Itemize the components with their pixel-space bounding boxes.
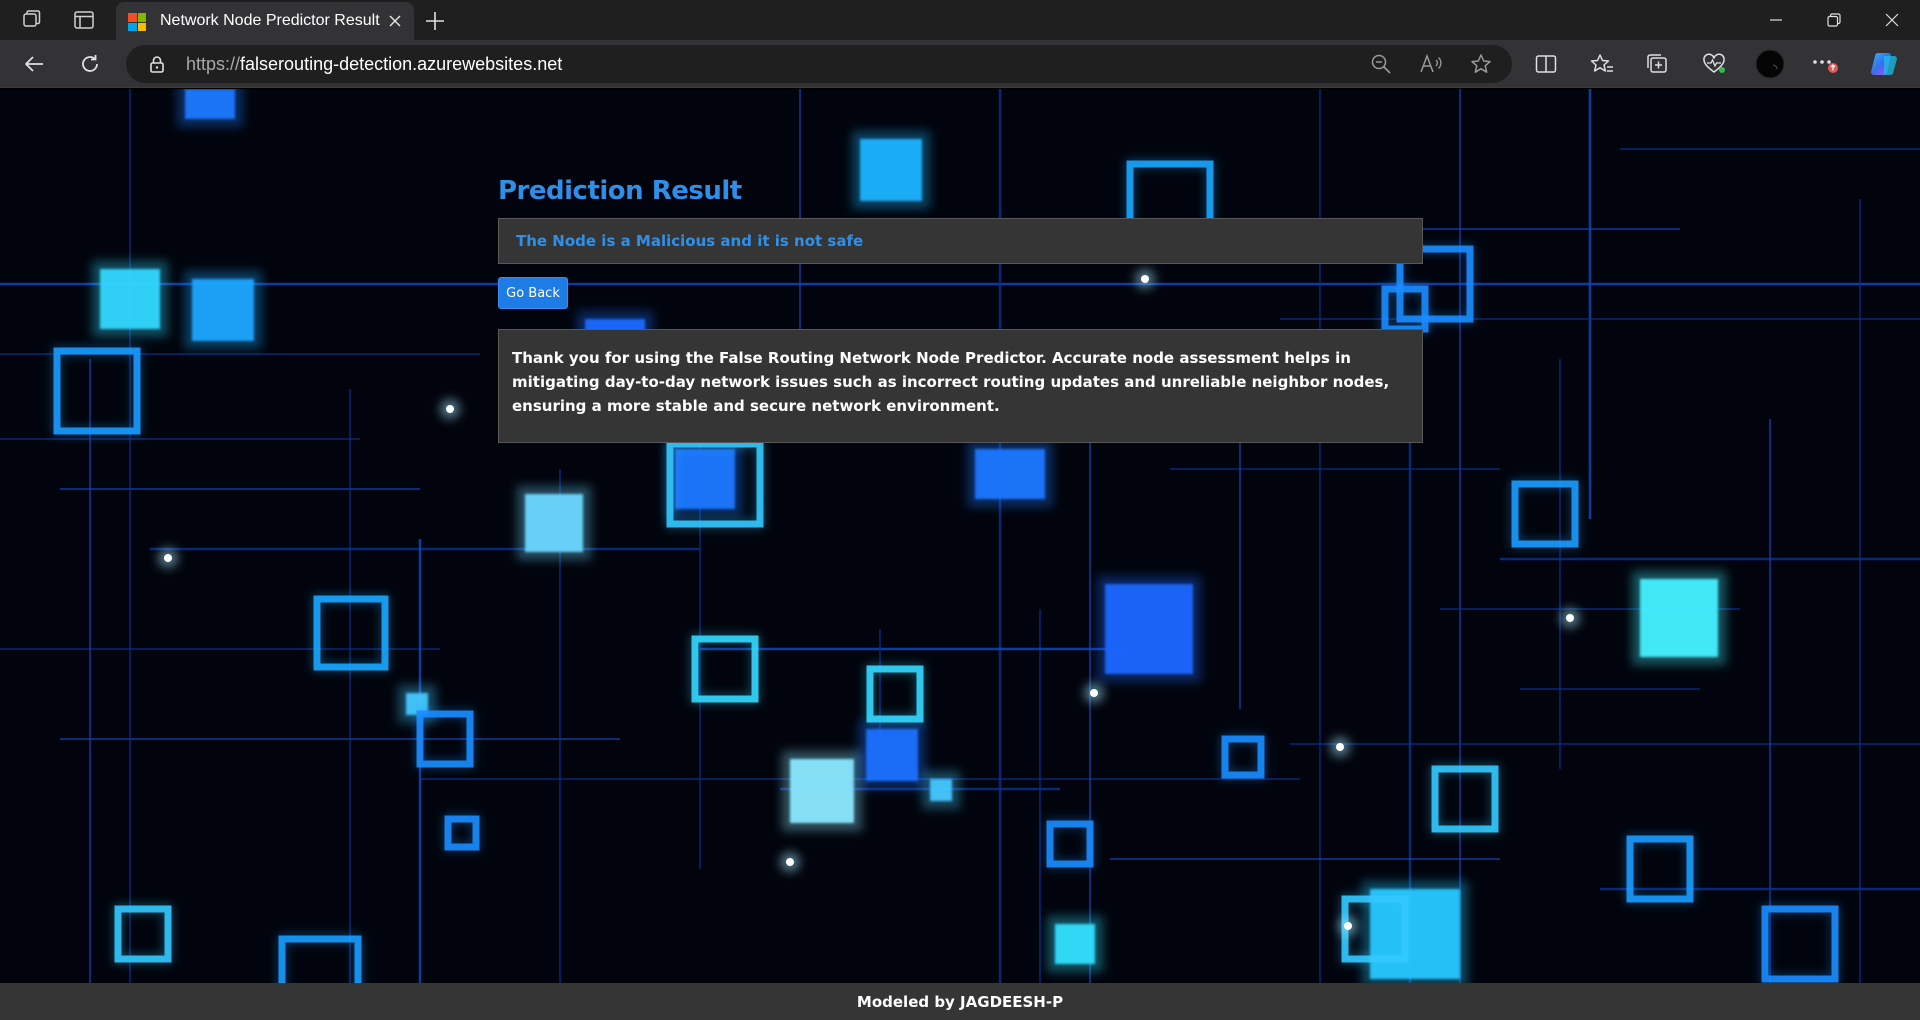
info-box: Thank you for using the False Routing Ne… bbox=[498, 329, 1423, 443]
lock-icon[interactable] bbox=[148, 55, 166, 73]
tab-actions-icon[interactable] bbox=[70, 8, 98, 32]
collections-icon[interactable] bbox=[1642, 49, 1674, 79]
copilot-icon[interactable] bbox=[1868, 49, 1900, 79]
tab-title: Network Node Predictor Result bbox=[160, 12, 380, 29]
info-text: Thank you for using the False Routing Ne… bbox=[512, 349, 1390, 415]
read-aloud-icon[interactable] bbox=[1418, 52, 1444, 76]
browser-essentials-icon[interactable] bbox=[1698, 49, 1730, 79]
microsoft-favicon bbox=[128, 13, 146, 31]
split-screen-icon[interactable] bbox=[1530, 49, 1562, 79]
active-tab[interactable]: Network Node Predictor Result bbox=[116, 2, 414, 40]
prediction-result-box: The Node is a Malicious and it is not sa… bbox=[498, 218, 1423, 264]
page-title: Prediction Result bbox=[498, 176, 742, 206]
close-tab-icon[interactable] bbox=[384, 10, 406, 32]
add-favorite-icon[interactable] bbox=[1468, 52, 1494, 76]
go-back-button[interactable]: Go Back bbox=[498, 277, 568, 309]
page-footer: Modeled by JAGDEESH-P bbox=[0, 983, 1920, 1020]
prediction-result-text: The Node is a Malicious and it is not sa… bbox=[516, 232, 864, 250]
result-panel: Prediction Result The Node is a Maliciou… bbox=[498, 171, 1423, 443]
profile-avatar[interactable] bbox=[1754, 49, 1786, 79]
page-viewport: Prediction Result The Node is a Maliciou… bbox=[0, 89, 1920, 983]
browser-toolbar: https://falserouting-detection.azurewebs… bbox=[0, 40, 1920, 88]
address-bar[interactable]: https://falserouting-detection.azurewebs… bbox=[126, 45, 1512, 83]
workspaces-icon[interactable] bbox=[18, 8, 46, 32]
back-icon[interactable] bbox=[18, 49, 50, 79]
more-options-icon[interactable] bbox=[1810, 49, 1842, 79]
close-window-icon[interactable] bbox=[1864, 0, 1920, 40]
footer-credit: Modeled by JAGDEESH-P bbox=[856, 992, 1064, 1011]
favorites-icon[interactable] bbox=[1586, 49, 1618, 79]
restore-icon[interactable] bbox=[1806, 0, 1862, 40]
zoom-out-icon[interactable] bbox=[1368, 52, 1394, 76]
new-tab-icon[interactable] bbox=[422, 8, 448, 34]
refresh-icon[interactable] bbox=[74, 49, 106, 79]
browser-tab-strip: Network Node Predictor Result bbox=[0, 0, 1920, 40]
minimize-icon[interactable] bbox=[1748, 0, 1804, 40]
url-text: https://falserouting-detection.azurewebs… bbox=[186, 54, 563, 74]
